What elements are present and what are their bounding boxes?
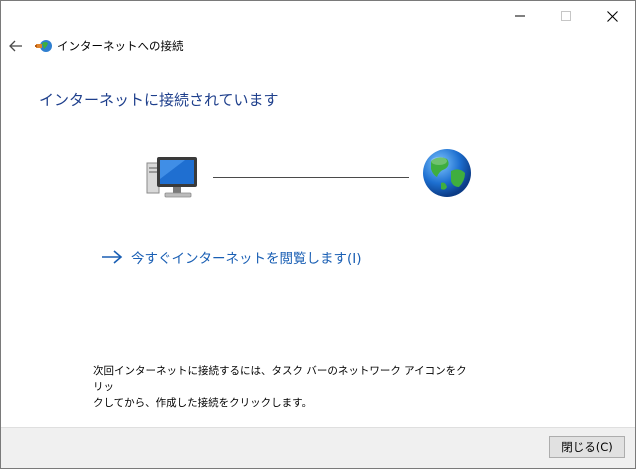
globe-icon bbox=[423, 149, 471, 197]
instructions-line-1: 次回インターネットに接続するには、タスク バーのネットワーク アイコンをクリッ bbox=[93, 365, 467, 393]
navigation-row: インターネットへの接続 bbox=[1, 35, 635, 59]
minimize-icon bbox=[515, 15, 525, 17]
computer-icon bbox=[146, 157, 197, 198]
close-button[interactable]: 閉じる(C) bbox=[549, 436, 625, 458]
page-heading: インターネットに接続されています bbox=[39, 91, 279, 109]
connection-diagram bbox=[141, 141, 481, 211]
browse-internet-link-label: 今すぐインターネットを閲覧します(I) bbox=[131, 251, 362, 267]
title-bar[interactable] bbox=[1, 1, 635, 33]
window-title: インターネットへの接続 bbox=[57, 39, 184, 53]
browse-internet-link[interactable]: 今すぐインターネットを閲覧します(I) bbox=[101, 247, 362, 267]
dialog-footer: 閉じる(C) bbox=[1, 427, 635, 468]
maximize-icon bbox=[561, 11, 571, 21]
minimize-button[interactable] bbox=[497, 1, 543, 31]
maximize-button bbox=[543, 1, 589, 31]
back-button[interactable] bbox=[5, 35, 27, 57]
arrow-right-icon bbox=[102, 250, 123, 264]
close-icon bbox=[606, 10, 618, 22]
close-window-button[interactable] bbox=[589, 1, 635, 31]
connect-to-internet-window: インターネットへの接続 インターネットに接続されています 今すぐインターネットを… bbox=[0, 0, 636, 469]
connection-line bbox=[213, 177, 409, 178]
back-arrow-icon bbox=[9, 40, 22, 52]
network-connection-icon bbox=[35, 40, 52, 52]
instructions-line-2: クしてから、作成した接続をクリックします。 bbox=[93, 397, 313, 409]
instructions-text: 次回インターネットに接続するには、タスク バーのネットワーク アイコンをクリッ … bbox=[93, 363, 473, 411]
